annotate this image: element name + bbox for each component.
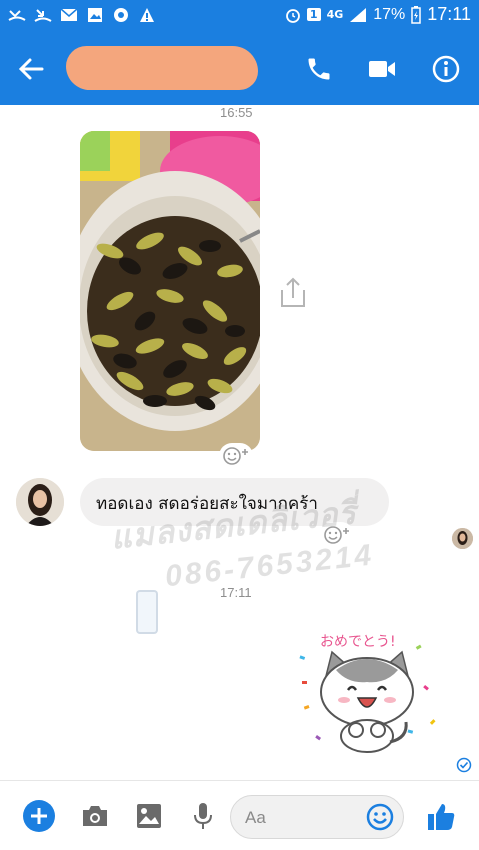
notification-icons (8, 6, 156, 24)
arrow-left-icon (18, 58, 44, 80)
warning-icon (138, 6, 156, 24)
missed-call-icon-2 (34, 6, 52, 24)
more-actions-button[interactable] (22, 799, 56, 833)
congratulations-cat-sticker[interactable]: おめでとう! (296, 626, 438, 758)
like-button[interactable] (424, 799, 458, 833)
sticker-caption: おめでとう! (320, 634, 396, 650)
back-button[interactable] (16, 54, 46, 84)
gallery-icon (86, 6, 104, 24)
alarm-icon (286, 8, 300, 23)
gallery-button[interactable] (132, 799, 166, 833)
network-type: 4G (326, 8, 344, 21)
emoji-button[interactable] (365, 802, 395, 832)
seen-indicator-avatar (452, 528, 473, 549)
share-button[interactable] (278, 276, 308, 310)
signal-icon (350, 7, 367, 22)
image-icon (137, 804, 161, 828)
redacted-contact-name[interactable] (66, 46, 258, 90)
video-call-button[interactable] (366, 54, 398, 84)
mail-icon (60, 6, 78, 24)
missed-call-icon (8, 6, 26, 24)
status-bar: 1 4G 17% 17:11 (0, 0, 479, 32)
shared-photo-fried-insects[interactable] (80, 131, 260, 451)
check-circle-icon (456, 757, 472, 773)
smiley-plus-icon (223, 447, 248, 465)
battery-percent: 17% (373, 5, 406, 23)
conversation-header (0, 32, 479, 105)
message-timestamp-2: 17:11 (220, 585, 252, 600)
message-input-container[interactable] (230, 795, 404, 839)
sim-slot-badge: 1 (306, 8, 321, 21)
fried-insects-image (80, 131, 260, 451)
microphone-icon (194, 803, 212, 829)
battery-charging-icon (411, 5, 422, 24)
smiley-icon (366, 803, 394, 831)
call-button[interactable] (303, 54, 335, 84)
contact-avatar[interactable] (16, 478, 64, 526)
plus-circle-icon (23, 800, 55, 832)
conversation-info-button[interactable] (430, 54, 462, 84)
message-timestamp: 16:55 (220, 105, 253, 120)
message-input[interactable] (245, 806, 355, 830)
cat-sticker-image: おめでとう! (299, 634, 436, 753)
watermark-phone-icon (136, 590, 158, 634)
seen-avatar-photo (452, 528, 473, 549)
phone-icon (308, 58, 330, 80)
chrome-icon (112, 6, 130, 24)
voice-message-button[interactable] (186, 799, 220, 833)
message-composer (0, 780, 479, 850)
message-sent-indicator (456, 757, 472, 773)
clock: 17:11 (427, 4, 471, 24)
camera-icon (83, 806, 107, 826)
add-reaction-button[interactable] (219, 443, 253, 469)
share-icon (281, 277, 305, 307)
system-icons: 1 4G 17% 17:11 (285, 4, 471, 25)
camera-button[interactable] (78, 799, 112, 833)
thumbs-up-icon (428, 804, 455, 830)
info-icon (432, 55, 460, 83)
contact-photo (16, 478, 64, 526)
video-camera-icon (369, 61, 395, 77)
